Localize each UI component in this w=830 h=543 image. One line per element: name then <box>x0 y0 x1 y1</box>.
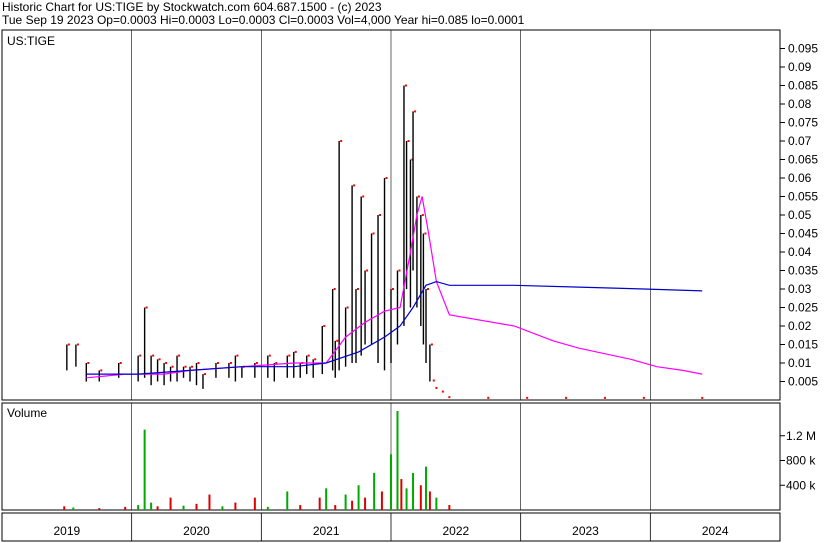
close-tick <box>152 354 155 357</box>
low-price-dot <box>441 390 444 393</box>
price-y-tick-label: 0.005 <box>788 375 818 389</box>
close-tick <box>191 365 194 368</box>
low-price-dot <box>526 396 529 399</box>
close-tick <box>421 214 424 216</box>
close-tick <box>255 362 258 364</box>
price-y-tick-label: 0.06 <box>788 171 812 185</box>
stock-chart: US:TIGE Volume 0.005 0.01 0.015 0.02 0.025 0.03… <box>1 29 818 542</box>
close-tick <box>100 369 103 372</box>
price-y-tick-label: 0.08 <box>788 97 812 111</box>
year-tick-label: 2022 <box>442 524 469 538</box>
close-tick <box>333 288 336 290</box>
close-tick <box>356 288 359 290</box>
close-tick <box>353 184 356 187</box>
low-price-dot <box>642 396 645 399</box>
low-price-dot <box>448 396 451 399</box>
close-tick <box>236 354 239 357</box>
price-y-tick-label: 0.02 <box>788 319 812 333</box>
close-tick <box>323 325 326 327</box>
price-y-tick-label: 0.085 <box>788 79 818 93</box>
price-y-tick-label: 0.065 <box>788 153 818 167</box>
close-tick <box>385 177 388 179</box>
price-y-tick-label: 0.015 <box>788 338 818 352</box>
close-tick <box>362 195 365 198</box>
close-tick <box>171 365 174 368</box>
close-tick <box>427 288 430 290</box>
volume-panel-title: Volume <box>7 406 47 420</box>
close-tick <box>346 306 349 309</box>
close-tick <box>67 343 70 346</box>
close-tick <box>424 232 427 235</box>
close-tick <box>294 350 297 353</box>
close-tick <box>404 84 407 87</box>
close-tick <box>197 362 200 364</box>
year-tick-label: 2019 <box>53 524 80 538</box>
price-y-tick-label: 0.03 <box>788 282 812 296</box>
close-tick <box>336 339 339 342</box>
price-y-tick-label: 0.055 <box>788 190 818 204</box>
close-tick <box>392 288 394 290</box>
long-moving-average-line <box>86 280 703 375</box>
price-y-tick-label: 0.05 <box>788 208 812 222</box>
close-tick <box>414 110 417 113</box>
price-y-tick-label: 0.095 <box>788 42 818 56</box>
close-tick <box>203 373 206 376</box>
close-tick <box>184 365 187 368</box>
volume-y-tick-label: 1.2 M <box>786 429 816 443</box>
price-y-tick-label: 0.07 <box>788 134 812 148</box>
low-price-dot <box>603 396 606 399</box>
volume-y-tick-label: 800 k <box>786 454 816 468</box>
close-tick <box>372 232 375 235</box>
price-bars <box>66 84 704 399</box>
close-tick <box>340 140 343 142</box>
low-price-dot <box>487 396 490 399</box>
price-y-tick-label: 0.035 <box>788 264 818 278</box>
price-y-tick-label: 0.075 <box>788 116 818 130</box>
price-y-tick-label: 0.04 <box>788 245 812 259</box>
close-tick <box>145 306 148 309</box>
close-tick <box>119 362 122 364</box>
low-price-dot <box>432 379 435 382</box>
close-tick <box>165 362 168 364</box>
close-tick <box>268 354 271 357</box>
close-tick <box>314 358 317 361</box>
close-tick <box>216 362 219 364</box>
year-tick-label: 2024 <box>702 524 729 538</box>
volume-y-tick-label: 400 k <box>786 478 816 492</box>
close-tick <box>87 362 90 364</box>
year-tick-label: 2020 <box>183 524 210 538</box>
close-tick <box>407 140 410 142</box>
year-tick-label: 2023 <box>572 524 599 538</box>
close-tick <box>307 354 310 357</box>
axis-labels: US:TIGE Volume 0.005 0.01 0.015 0.02 0.025 0.03… <box>7 34 818 538</box>
low-price-dot <box>701 396 704 399</box>
price-y-tick-label: 0.09 <box>788 60 812 74</box>
close-tick <box>158 358 161 361</box>
close-tick <box>379 214 382 216</box>
close-tick <box>139 354 142 357</box>
close-tick <box>366 269 369 272</box>
close-tick <box>430 343 433 346</box>
price-y-tick-label: 0.045 <box>788 227 818 241</box>
close-tick <box>229 362 232 364</box>
close-tick <box>288 354 291 357</box>
low-price-dot <box>435 386 438 389</box>
year-tick-label: 2021 <box>313 524 340 538</box>
price-y-tick-label: 0.025 <box>788 301 818 315</box>
close-tick <box>178 354 181 357</box>
price-y-tick-label: 0.01 <box>788 356 812 370</box>
close-tick <box>398 269 401 272</box>
volume-bars <box>63 411 451 510</box>
close-tick <box>417 195 420 198</box>
price-panel-title: US:TIGE <box>7 34 55 48</box>
short-moving-average-line <box>86 196 703 379</box>
moving-averages <box>86 196 703 379</box>
close-tick <box>76 343 79 346</box>
low-price-dot <box>565 396 568 399</box>
